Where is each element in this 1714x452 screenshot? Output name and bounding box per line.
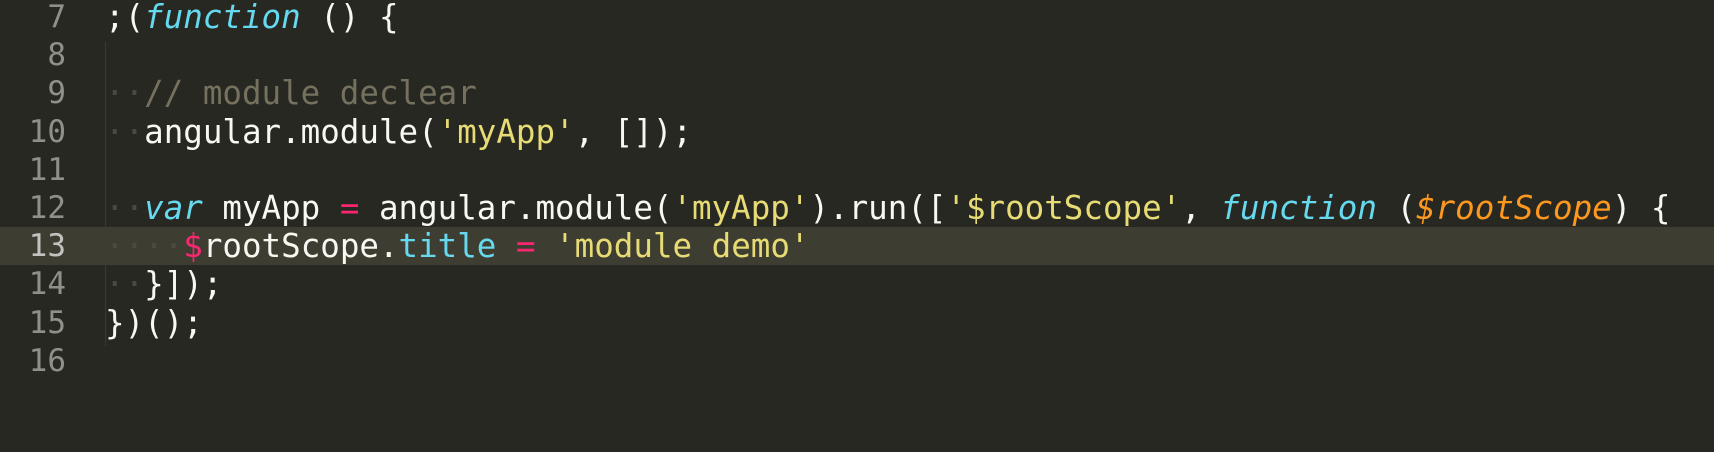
line-number[interactable]: 13: [0, 227, 66, 265]
code-line[interactable]: 15 })();: [0, 304, 1714, 342]
code-token: myApp: [202, 189, 340, 227]
line-number[interactable]: 15: [0, 304, 66, 342]
code-token: =: [339, 189, 360, 227]
code-line-current[interactable]: 13 ····$rootScope.title = 'module demo': [0, 227, 1714, 266]
code-token: function: [1220, 189, 1377, 227]
line-number[interactable]: 10: [0, 113, 66, 151]
line-number[interactable]: 9: [0, 74, 66, 112]
line-number[interactable]: 14: [0, 265, 66, 303]
code-token: var: [144, 189, 203, 227]
code-token: rootScope.: [202, 227, 399, 266]
code-token: 'myApp': [437, 112, 575, 151]
line-number[interactable]: 7: [0, 0, 66, 36]
code-text[interactable]: ··}]);: [105, 265, 222, 303]
code-token: $rootScope: [1416, 189, 1612, 227]
line-number[interactable]: 11: [0, 151, 66, 189]
line-number[interactable]: 8: [0, 36, 66, 74]
code-text[interactable]: })();: [105, 304, 203, 342]
code-token: })();: [105, 303, 203, 342]
code-token: title: [398, 227, 497, 266]
code-token: $: [183, 227, 203, 266]
code-token: angular.module(: [144, 112, 438, 151]
whitespace-marker: ····: [105, 227, 184, 266]
line-number[interactable]: 16: [0, 342, 66, 380]
code-line[interactable]: 14 ··}]);: [0, 265, 1714, 303]
code-line[interactable]: 8: [0, 36, 1714, 74]
code-line[interactable]: 7 ;(function () {: [0, 0, 1714, 36]
whitespace-marker: ··: [105, 189, 145, 227]
line-number[interactable]: 12: [0, 189, 66, 227]
whitespace-marker: ··: [105, 112, 145, 151]
code-token: , []);: [574, 112, 693, 151]
code-line[interactable]: 16: [0, 342, 1714, 380]
code-token: }]);: [144, 265, 223, 304]
code-token: ;(: [105, 0, 145, 36]
code-token: () {: [300, 0, 399, 36]
code-text[interactable]: ;(function () {: [105, 0, 399, 36]
code-line[interactable]: 10 ··angular.module('myApp', []);: [0, 113, 1714, 151]
code-token: 'myApp': [672, 189, 810, 227]
whitespace-marker: ··: [105, 265, 145, 304]
code-text[interactable]: ··// module declear: [105, 74, 477, 112]
code-editor[interactable]: 7 ;(function () {8 9 ··// module declear 10 ·…: [0, 0, 1714, 452]
code-token: (: [1376, 189, 1417, 227]
code-token: // module declear: [144, 74, 477, 113]
code-line[interactable]: 11: [0, 151, 1714, 189]
code-token: '$rootScope': [946, 189, 1182, 227]
code-token: angular.module(: [359, 189, 673, 227]
code-token: 'module demo': [555, 227, 810, 266]
whitespace-marker: ··: [105, 74, 145, 113]
code-text[interactable]: ····$rootScope.title = 'module demo': [105, 227, 809, 265]
code-token: =: [515, 227, 536, 266]
code-line[interactable]: 9 ··// module declear: [0, 74, 1714, 112]
code-token: ) {: [1611, 189, 1671, 227]
code-token: ,: [1181, 189, 1221, 227]
code-text[interactable]: ··var myApp = angular.module('myApp').ru…: [105, 189, 1670, 227]
code-line[interactable]: 12 ··var myApp = angular.module('myApp').…: [0, 189, 1714, 227]
code-token: ).run([: [809, 189, 947, 227]
code-token: function: [144, 0, 301, 36]
code-text[interactable]: ··angular.module('myApp', []);: [105, 113, 692, 151]
